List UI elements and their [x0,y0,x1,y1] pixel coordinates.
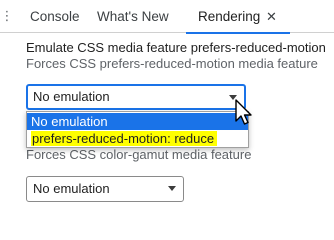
option-prefers-reduced-motion-reduce[interactable]: prefers-reduced-motion: reduce [27,130,248,147]
option-label-highlighted: prefers-reduced-motion: reduce [31,131,218,146]
close-tab-icon[interactable]: ✕ [266,0,277,33]
reduced-motion-description: Forces CSS prefers-reduced-motion media … [26,56,318,71]
reduced-motion-title: Emulate CSS media feature prefers-reduce… [26,40,326,55]
chevron-down-icon [168,186,176,191]
color-gamut-selected-value: No emulation [33,181,110,196]
tab-rendering-label: Rendering [198,9,261,24]
reduced-motion-select[interactable]: No emulation [26,84,246,110]
option-no-emulation[interactable]: No emulation [27,113,248,130]
color-gamut-description: Forces CSS color-gamut media feature [26,147,252,162]
more-tabs-icon[interactable]: ⋮ [0,6,14,26]
tab-console[interactable]: Console [30,0,80,33]
devtools-tab-bar: ⋮ Console What's New Rendering ✕ [0,0,334,34]
color-gamut-select[interactable]: No emulation [26,176,184,202]
reduced-motion-dropdown-list: No emulation prefers-reduced-motion: red… [26,111,249,148]
mouse-pointer-icon [235,99,252,125]
reduced-motion-selected-value: No emulation [33,89,110,104]
tab-whats-new[interactable]: What's New [97,0,169,33]
